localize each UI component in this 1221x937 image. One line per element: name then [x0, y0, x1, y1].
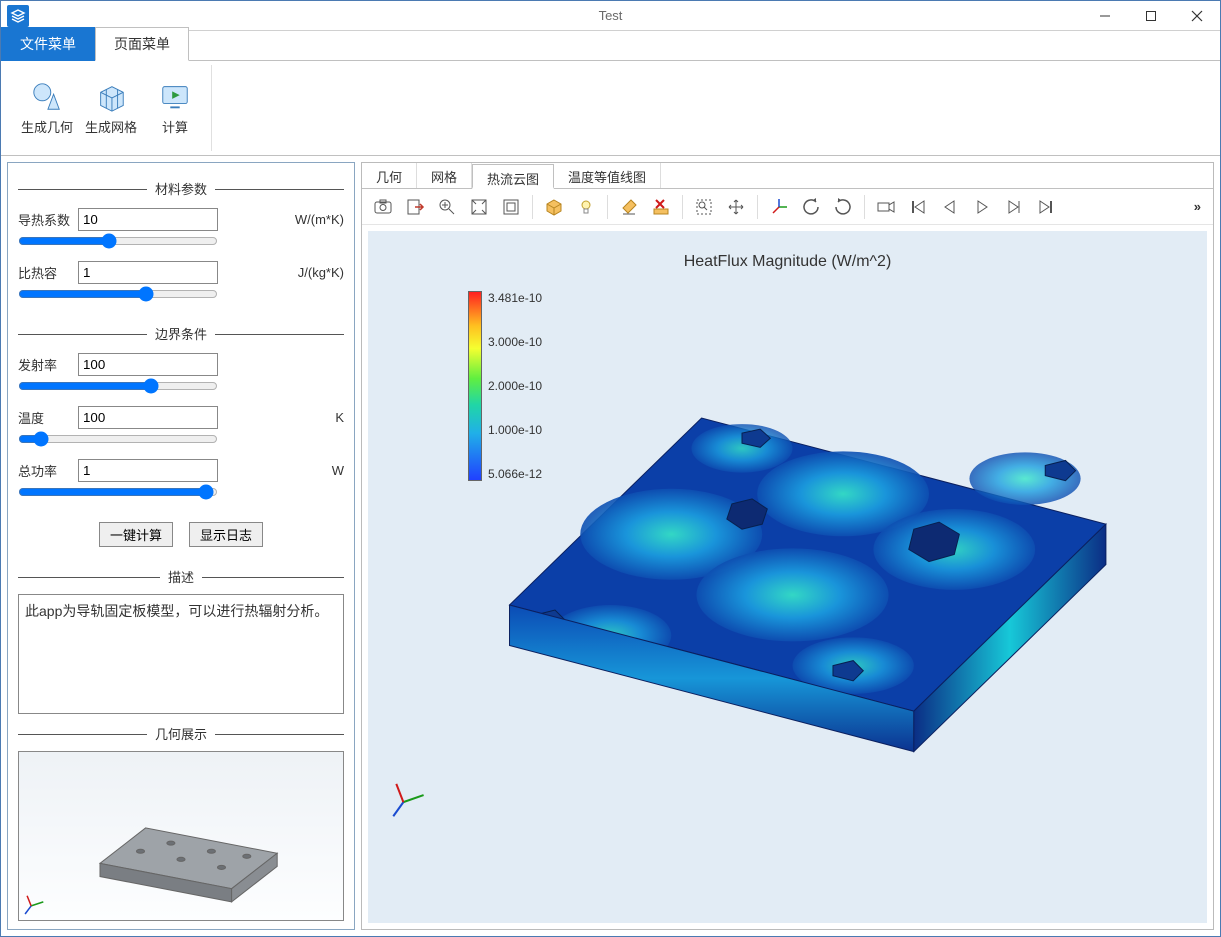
param-thermal-conductivity: 导热系数 W/(m*K)	[18, 208, 344, 231]
temperature-slider[interactable]	[18, 431, 218, 447]
body: 材料参数 导热系数 W/(m*K) 比热容 J/(kg*K) 边界条件	[1, 156, 1220, 936]
cube-mesh-icon	[95, 81, 127, 113]
sphere-cone-icon	[31, 81, 63, 113]
app-icon	[7, 5, 29, 27]
specific-heat-slider[interactable]	[18, 286, 218, 302]
zoom-button[interactable]	[432, 192, 462, 222]
action-buttons: 一键计算 显示日志	[18, 522, 344, 547]
param-label: 导热系数	[18, 210, 72, 229]
one-click-compute-button[interactable]: 一键计算	[99, 522, 173, 547]
prev-frame-button[interactable]	[935, 192, 965, 222]
param-label: 比热容	[18, 263, 72, 282]
section-header-material: 材料参数	[18, 179, 344, 198]
param-total-power: 总功率 W	[18, 459, 344, 482]
animation-record-button[interactable]	[871, 192, 901, 222]
first-frame-button[interactable]	[903, 192, 933, 222]
ribbon-tabs: 文件菜单 页面菜单	[1, 31, 1220, 61]
view-cube-button[interactable]	[539, 192, 569, 222]
app-window: Test 文件菜单 页面菜单 生成几何	[0, 0, 1221, 937]
next-frame-button[interactable]	[999, 192, 1029, 222]
section-header-bc: 边界条件	[18, 324, 344, 343]
generate-mesh-button[interactable]: 生成网格	[83, 81, 139, 136]
thermal-conductivity-slider[interactable]	[18, 233, 218, 249]
param-label: 发射率	[18, 355, 72, 374]
unit-label: K	[335, 410, 344, 425]
compute-button[interactable]: 计算	[147, 81, 203, 136]
tab-page-menu[interactable]: 页面菜单	[95, 27, 189, 61]
unit-label: J/(kg*K)	[298, 265, 344, 280]
tab-geometry[interactable]: 几何	[362, 163, 417, 188]
play-screen-icon	[159, 81, 191, 113]
unit-label: W	[332, 463, 344, 478]
snapshot-button[interactable]	[368, 192, 398, 222]
delete-measure-button[interactable]	[646, 192, 676, 222]
close-button[interactable]	[1174, 1, 1220, 31]
light-button[interactable]	[571, 192, 601, 222]
toolbar-overflow-button[interactable]: »	[1188, 199, 1207, 214]
play-button[interactable]	[967, 192, 997, 222]
tab-mesh[interactable]: 网格	[417, 163, 472, 188]
tab-heatflux[interactable]: 热流云图	[472, 164, 554, 189]
ribbon-label: 生成网格	[85, 117, 137, 136]
ribbon-label: 计算	[162, 117, 188, 136]
maximize-button[interactable]	[1128, 1, 1174, 31]
ribbon-group-main: 生成几何 生成网格 计算	[11, 65, 212, 151]
param-label: 总功率	[18, 461, 72, 480]
axes-button[interactable]	[764, 192, 794, 222]
generate-geometry-button[interactable]: 生成几何	[19, 81, 75, 136]
ribbon-label: 生成几何	[21, 117, 73, 136]
param-temperature: 温度 K	[18, 406, 344, 429]
description-text: 此app为导轨固定板模型，可以进行热辐射分析。	[18, 594, 344, 714]
section-header-geom: 几何展示	[18, 724, 344, 743]
axes-triad-icon	[25, 896, 43, 914]
temperature-input[interactable]	[78, 406, 218, 429]
param-label: 温度	[18, 408, 72, 427]
total-power-slider[interactable]	[18, 484, 218, 500]
show-log-button[interactable]: 显示日志	[189, 522, 263, 547]
ribbon: 生成几何 生成网格 计算	[1, 61, 1220, 156]
plot-area[interactable]: HeatFlux Magnitude (W/m^2) 3.481e-10 3.0…	[368, 231, 1207, 923]
section-header-desc: 描述	[18, 567, 344, 586]
unit-label: W/(m*K)	[295, 212, 344, 227]
param-specific-heat: 比热容 J/(kg*K)	[18, 261, 344, 284]
window-controls	[1082, 1, 1220, 31]
pan-button[interactable]	[721, 192, 751, 222]
plot-tabs: 几何 网格 热流云图 温度等值线图	[362, 163, 1213, 189]
window-title: Test	[599, 8, 623, 23]
specific-heat-input[interactable]	[78, 261, 218, 284]
thermal-conductivity-input[interactable]	[78, 208, 218, 231]
tab-isotherm[interactable]: 温度等值线图	[554, 163, 661, 188]
clear-button[interactable]	[614, 192, 644, 222]
select-box-button[interactable]	[689, 192, 719, 222]
main-panel: 几何 网格 热流云图 温度等值线图	[361, 162, 1214, 930]
emissivity-input[interactable]	[78, 353, 218, 376]
heatflux-viz	[368, 231, 1207, 858]
tab-file-menu[interactable]: 文件菜单	[1, 27, 95, 61]
export-button[interactable]	[400, 192, 430, 222]
rotate-ccw-button[interactable]	[796, 192, 826, 222]
rotate-cw-button[interactable]	[828, 192, 858, 222]
plot-toolbar: »	[362, 189, 1213, 225]
last-frame-button[interactable]	[1031, 192, 1061, 222]
sidebar: 材料参数 导热系数 W/(m*K) 比热容 J/(kg*K) 边界条件	[7, 162, 355, 930]
zoom-extents-button[interactable]	[464, 192, 494, 222]
zoom-box-button[interactable]	[496, 192, 526, 222]
emissivity-slider[interactable]	[18, 378, 218, 394]
geometry-preview[interactable]	[18, 751, 344, 921]
minimize-button[interactable]	[1082, 1, 1128, 31]
total-power-input[interactable]	[78, 459, 218, 482]
param-emissivity: 发射率	[18, 353, 344, 376]
